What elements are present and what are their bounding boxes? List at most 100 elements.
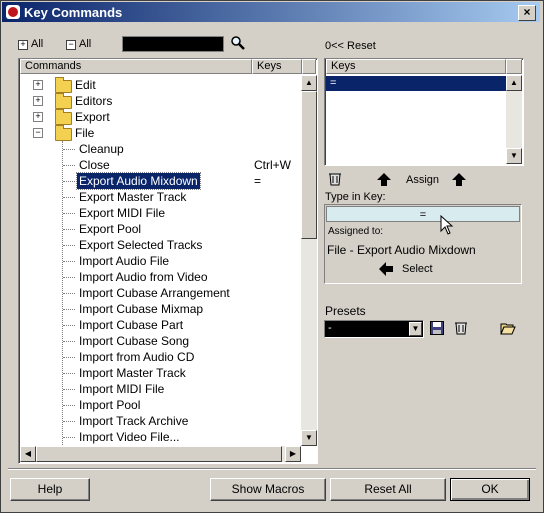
- presets-dropdown[interactable]: - ▼: [324, 320, 424, 338]
- footer-divider: [8, 468, 536, 470]
- tree-branch-line: [63, 165, 75, 166]
- commands-column-header[interactable]: Commands: [20, 59, 252, 74]
- ok-button[interactable]: OK: [450, 478, 530, 501]
- key-list-item[interactable]: =: [326, 76, 506, 91]
- hscroll-thumb[interactable]: [36, 446, 282, 462]
- presets-selected-value: -: [328, 322, 332, 334]
- command-row[interactable]: Import Cubase Mixmap: [20, 301, 302, 317]
- expand-all-label: All: [31, 38, 44, 50]
- command-row[interactable]: Import Pool: [20, 397, 302, 413]
- tree-branch-line: [63, 261, 75, 262]
- magnifier-icon[interactable]: [230, 35, 246, 51]
- commands-vscrollbar[interactable]: ▲ ▼: [301, 75, 317, 446]
- scroll-up-button[interactable]: ▲: [301, 75, 317, 91]
- tree-folder-edit[interactable]: + Edit: [20, 77, 302, 93]
- tree-folder-export[interactable]: + Export: [20, 109, 302, 125]
- command-row[interactable]: Import Track Archive: [20, 413, 302, 429]
- reset-all-button[interactable]: Reset All: [330, 478, 446, 501]
- type-in-key-field[interactable]: =: [326, 206, 520, 222]
- tree-branch-line: [63, 181, 75, 182]
- assigned-to-value: File - Export Audio Mixdown: [327, 243, 476, 257]
- tree-branch-line: [63, 229, 75, 230]
- delete-key-icon[interactable]: [328, 171, 342, 187]
- commands-tree[interactable]: Commands Keys + Edit + Editors + Export − File C…: [18, 58, 318, 464]
- tree-branch-line: [63, 341, 75, 342]
- window-title: Key Commands: [24, 5, 123, 20]
- tree-body: + Edit + Editors + Export − File Cleanup Close Ctr…: [20, 75, 302, 445]
- assign-up-arrow-icon[interactable]: [376, 172, 392, 188]
- type-in-key-label: Type in Key:: [325, 191, 386, 203]
- select-label[interactable]: Select: [402, 263, 433, 275]
- command-label: Import Master Track: [79, 366, 186, 380]
- reset-label: Reset: [347, 40, 376, 52]
- expand-node-icon[interactable]: +: [33, 112, 43, 122]
- keys-list[interactable]: Keys = ▲ ▼: [324, 58, 524, 166]
- show-macros-button[interactable]: Show Macros: [210, 478, 326, 501]
- command-row[interactable]: Import Cubase Arrangement: [20, 285, 302, 301]
- help-button[interactable]: Help: [10, 478, 90, 501]
- expand-node-icon[interactable]: +: [33, 96, 43, 106]
- tree-branch-line: [63, 325, 75, 326]
- assign-up-arrow-icon-2[interactable]: [451, 172, 467, 188]
- command-row[interactable]: Export Pool: [20, 221, 302, 237]
- chevron-down-icon[interactable]: ▼: [409, 322, 422, 336]
- scroll-down-button[interactable]: ▼: [301, 430, 317, 446]
- command-row[interactable]: Import Cubase Song: [20, 333, 302, 349]
- command-row[interactable]: Import MIDI File: [20, 381, 302, 397]
- scroll-left-button[interactable]: ◀: [20, 446, 36, 462]
- command-row[interactable]: Export MIDI File: [20, 205, 302, 221]
- tree-folder-label: Export: [75, 110, 110, 124]
- tree-branch-line: [63, 389, 75, 390]
- expand-node-icon[interactable]: +: [33, 80, 43, 90]
- command-row[interactable]: Import from Audio CD: [20, 349, 302, 365]
- commands-hscrollbar[interactable]: ◀ ▶: [20, 446, 301, 462]
- command-row[interactable]: Import Cubase Part: [20, 317, 302, 333]
- command-row[interactable]: Import Video File...: [20, 429, 302, 445]
- plus-box-icon: +: [18, 40, 28, 50]
- command-row[interactable]: Import Audio from Video: [20, 269, 302, 285]
- assigned-to-label: Assigned to:: [328, 226, 384, 237]
- app-icon: [6, 5, 20, 19]
- command-row[interactable]: Export Audio Mixdown =: [20, 172, 302, 190]
- tree-branch-line: [63, 197, 75, 198]
- search-input[interactable]: [122, 36, 224, 52]
- delete-preset-icon[interactable]: [454, 320, 468, 336]
- close-window-button[interactable]: ×: [518, 5, 536, 21]
- tree-branch-line: [63, 245, 75, 246]
- tree-branch-line: [63, 213, 75, 214]
- tree-folder-label: File: [75, 126, 95, 140]
- tree-folder-file[interactable]: − File: [20, 125, 302, 141]
- command-key: =: [254, 174, 262, 188]
- keys-list-header: Keys: [326, 59, 506, 74]
- command-row[interactable]: Cleanup: [20, 141, 302, 157]
- open-folder-icon[interactable]: [500, 321, 516, 335]
- tree-branch-line: [63, 437, 75, 438]
- tree-branch-line: [63, 277, 75, 278]
- folder-icon: [55, 109, 72, 125]
- command-row[interactable]: Export Selected Tracks: [20, 237, 302, 253]
- keys-column-header[interactable]: Keys: [252, 59, 302, 74]
- command-label: Import Cubase Song: [79, 334, 190, 348]
- folder-icon: [55, 93, 72, 109]
- scroll-thumb[interactable]: [301, 91, 317, 239]
- command-row[interactable]: Import Master Track: [20, 365, 302, 381]
- keys-vscrollbar[interactable]: ▲ ▼: [506, 75, 522, 164]
- command-row[interactable]: Close Ctrl+W: [20, 157, 302, 173]
- command-row[interactable]: Export Master Track: [20, 189, 302, 205]
- command-label: Import MIDI File: [79, 382, 165, 396]
- assign-label[interactable]: Assign: [406, 174, 439, 186]
- minus-box-icon: −: [66, 40, 76, 50]
- reset-search-button[interactable]: 0<< Reset: [325, 40, 376, 52]
- command-row[interactable]: Import Audio File: [20, 253, 302, 269]
- collapse-node-icon[interactable]: −: [33, 128, 43, 138]
- keys-scroll-up[interactable]: ▲: [506, 75, 522, 91]
- keys-scroll-down[interactable]: ▼: [506, 148, 522, 164]
- save-preset-icon[interactable]: [430, 321, 444, 335]
- command-label: Close: [79, 158, 110, 172]
- tree-folder-editors[interactable]: + Editors: [20, 93, 302, 109]
- scroll-right-button[interactable]: ▶: [285, 446, 301, 462]
- command-label: Import Cubase Arrangement: [79, 286, 230, 300]
- select-left-arrow-icon[interactable]: [378, 262, 394, 276]
- folder-icon: [55, 77, 72, 93]
- tree-folder-label: Editors: [75, 94, 113, 108]
